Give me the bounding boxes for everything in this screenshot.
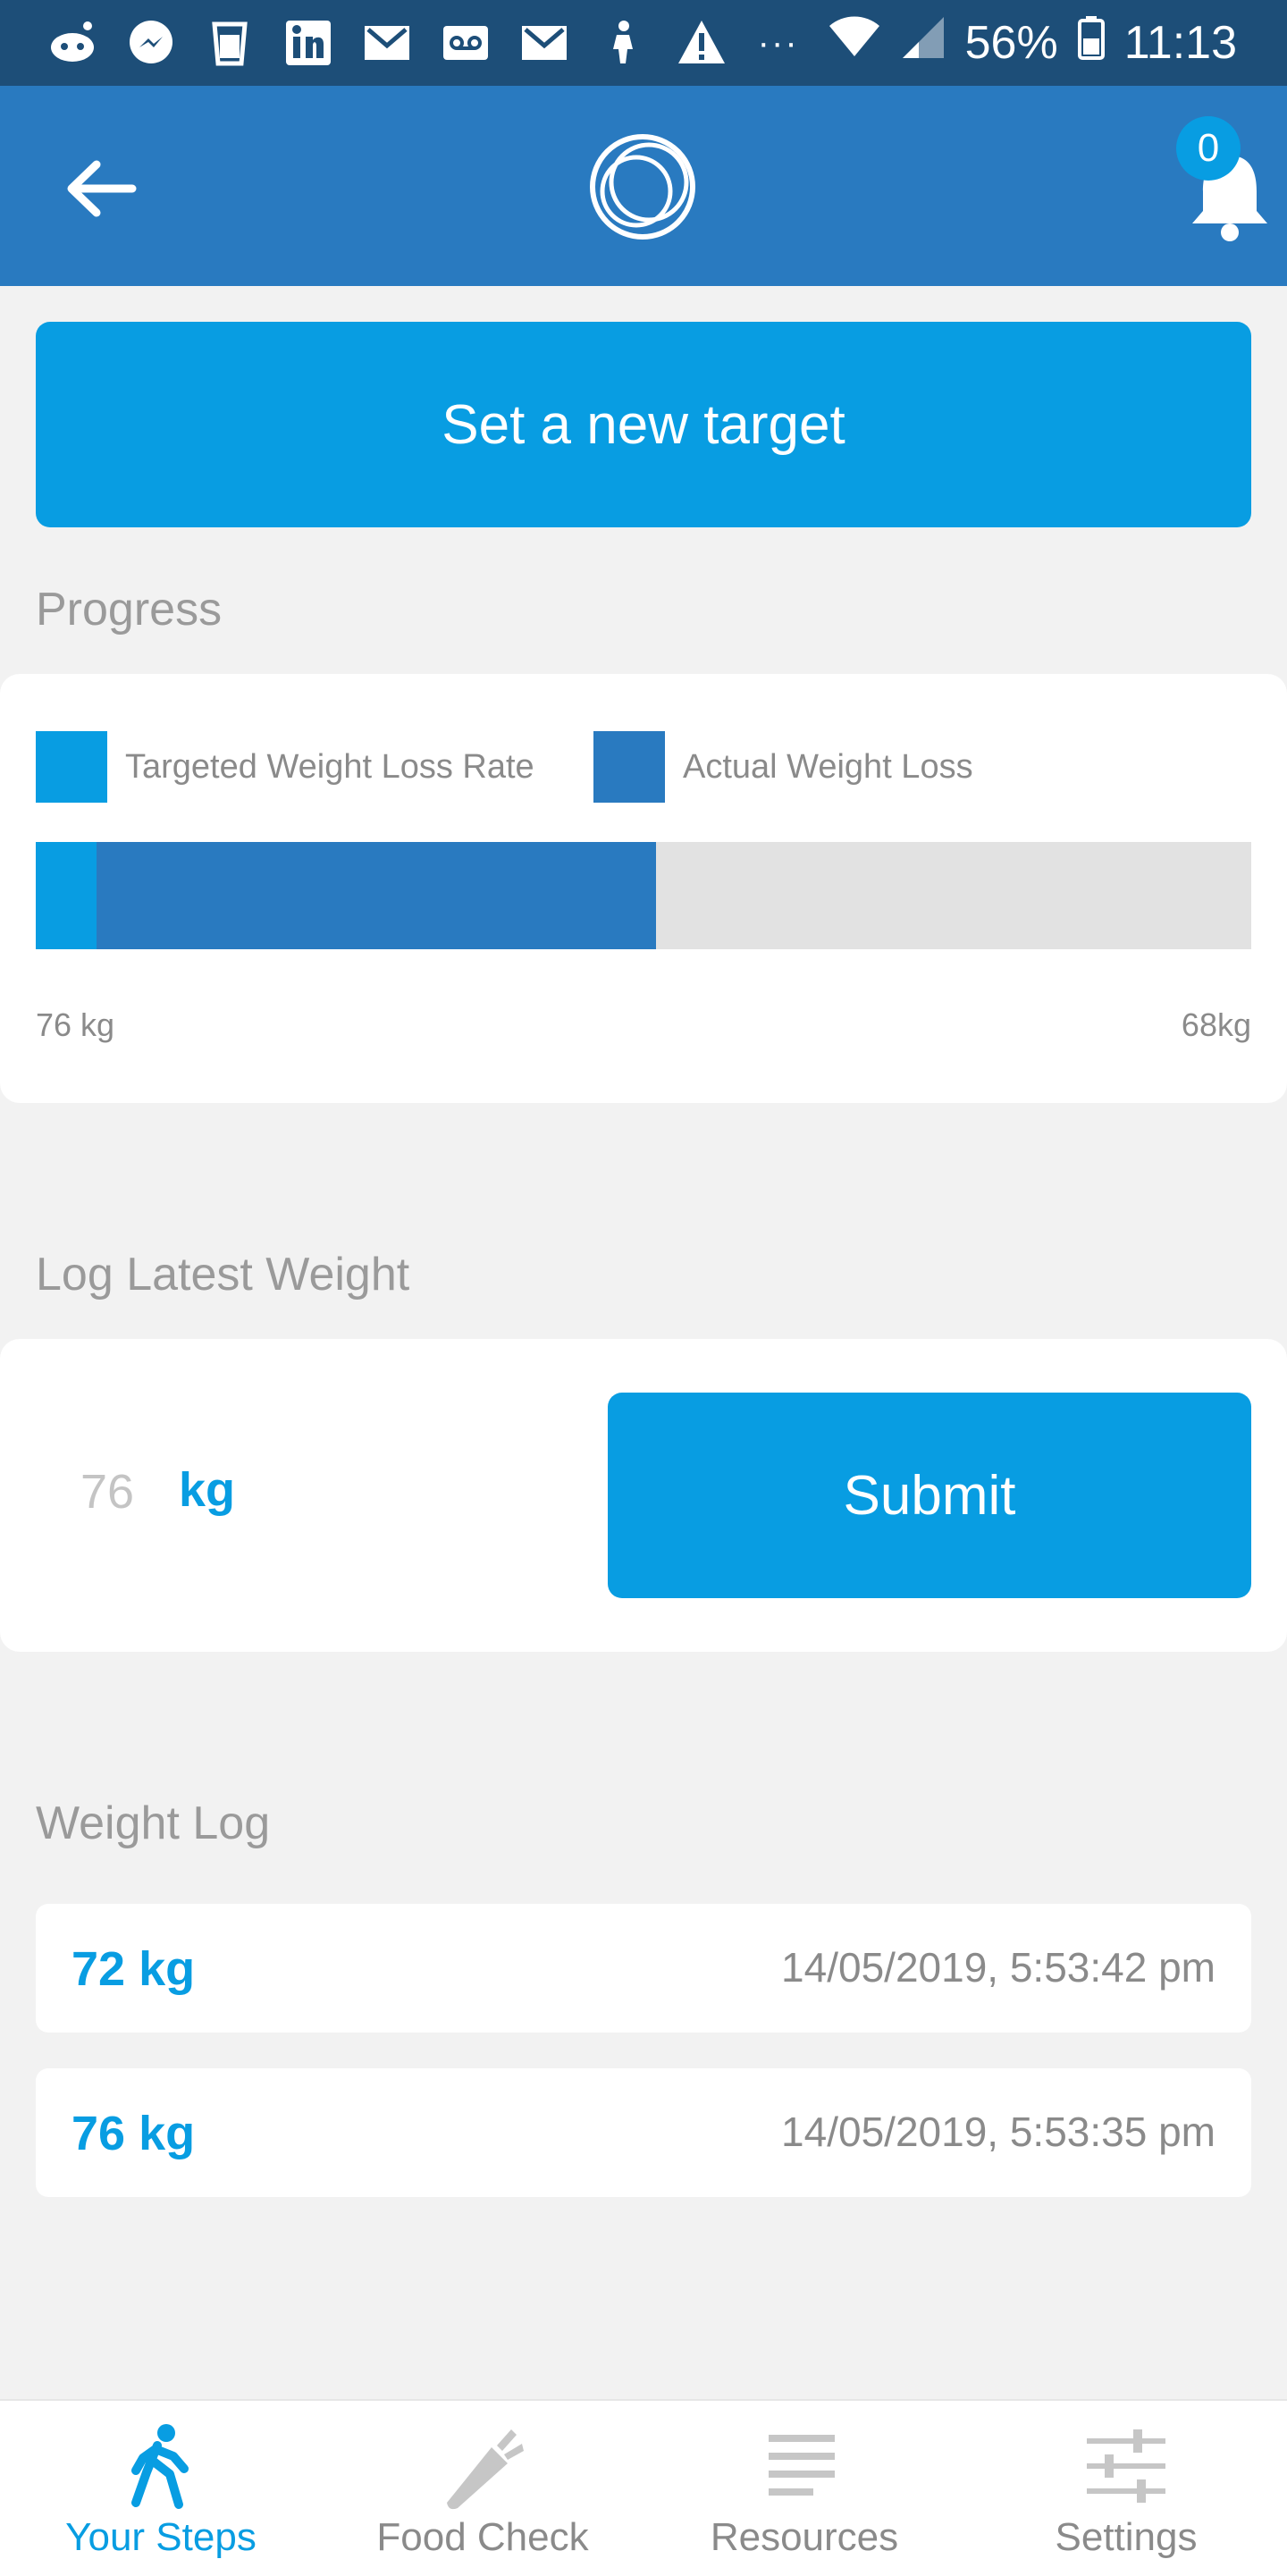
notification-icons [46,16,728,70]
legend-swatch-targeted [36,731,107,803]
gmail-icon [518,17,570,69]
clock: 11:13 [1123,17,1237,69]
cup-icon [204,17,256,69]
status-right: ··· 56% 11:13 [758,0,1237,86]
warning-icon [676,17,728,69]
log-weight-value: 72 kg [72,1942,196,1996]
legend-swatch-actual [593,731,665,803]
weight-log-row[interactable]: 76 kg 14/05/2019, 5:53:35 pm [36,2068,1251,2197]
nav-your-steps[interactable]: Your Steps [0,2401,322,2576]
carrot-icon [438,2422,527,2512]
log-timestamp: 14/05/2019, 5:53:35 pm [781,2109,1216,2155]
legend-actual: Actual Weight Loss [593,731,973,803]
legend-label-targeted: Targeted Weight Loss Rate [125,747,534,786]
actual-weight-loss-bar [36,842,656,949]
person-icon [597,17,649,69]
submit-button[interactable]: Submit [608,1393,1251,1598]
battery-icon [1077,15,1105,72]
log-timestamp: 14/05/2019, 5:53:42 pm [781,1944,1216,1991]
gmail-icon [361,17,413,69]
app-logo [586,130,699,243]
weight-log-row[interactable]: 72 kg 14/05/2019, 5:53:42 pm [36,1904,1251,2033]
voicemail-icon [440,17,492,69]
legend-targeted: Targeted Weight Loss Rate [36,731,534,803]
overflow-icon: ··· [757,22,799,63]
status-bar: ··· 56% 11:13 [0,0,1287,86]
weight-unit-label: kg [179,1463,236,1517]
progress-title: Progress [36,584,223,636]
weight-input[interactable]: 76 [80,1464,134,1520]
battery-percent: 56% [964,17,1058,69]
nav-label: Settings [1055,2515,1198,2559]
signal-icon [901,15,946,72]
progress-start-label: 76 kg [36,1006,115,1043]
bottom-navigation: Your Steps Food Check Resources Settings [0,2399,1287,2576]
nav-resources[interactable]: Resources [644,2401,965,2576]
list-icon [760,2422,849,2512]
nav-label: Food Check [376,2515,589,2559]
nav-settings[interactable]: Settings [965,2401,1287,2576]
set-new-target-button[interactable]: Set a new target [36,322,1251,527]
log-weight-value: 76 kg [72,2107,196,2160]
reddit-icon [46,17,98,69]
nav-food-check[interactable]: Food Check [322,2401,644,2576]
wifi-icon [828,15,881,72]
progress-bar [36,842,1251,949]
notification-count-badge: 0 [1176,116,1241,181]
targeted-weight-loss-bar [36,842,97,949]
walking-icon [116,2422,206,2512]
app-bar: 0 [0,86,1287,286]
nav-label: Resources [710,2515,899,2559]
nav-label: Your Steps [65,2515,257,2559]
log-weight-title: Log Latest Weight [36,1249,410,1301]
weight-log-title: Weight Log [36,1797,271,1849]
linkedin-icon [282,17,334,69]
back-arrow-icon[interactable] [61,148,141,229]
sliders-icon [1081,2422,1171,2512]
progress-end-label: 68kg [1181,1006,1251,1043]
legend-label-actual: Actual Weight Loss [683,747,973,786]
messenger-icon [125,17,177,69]
